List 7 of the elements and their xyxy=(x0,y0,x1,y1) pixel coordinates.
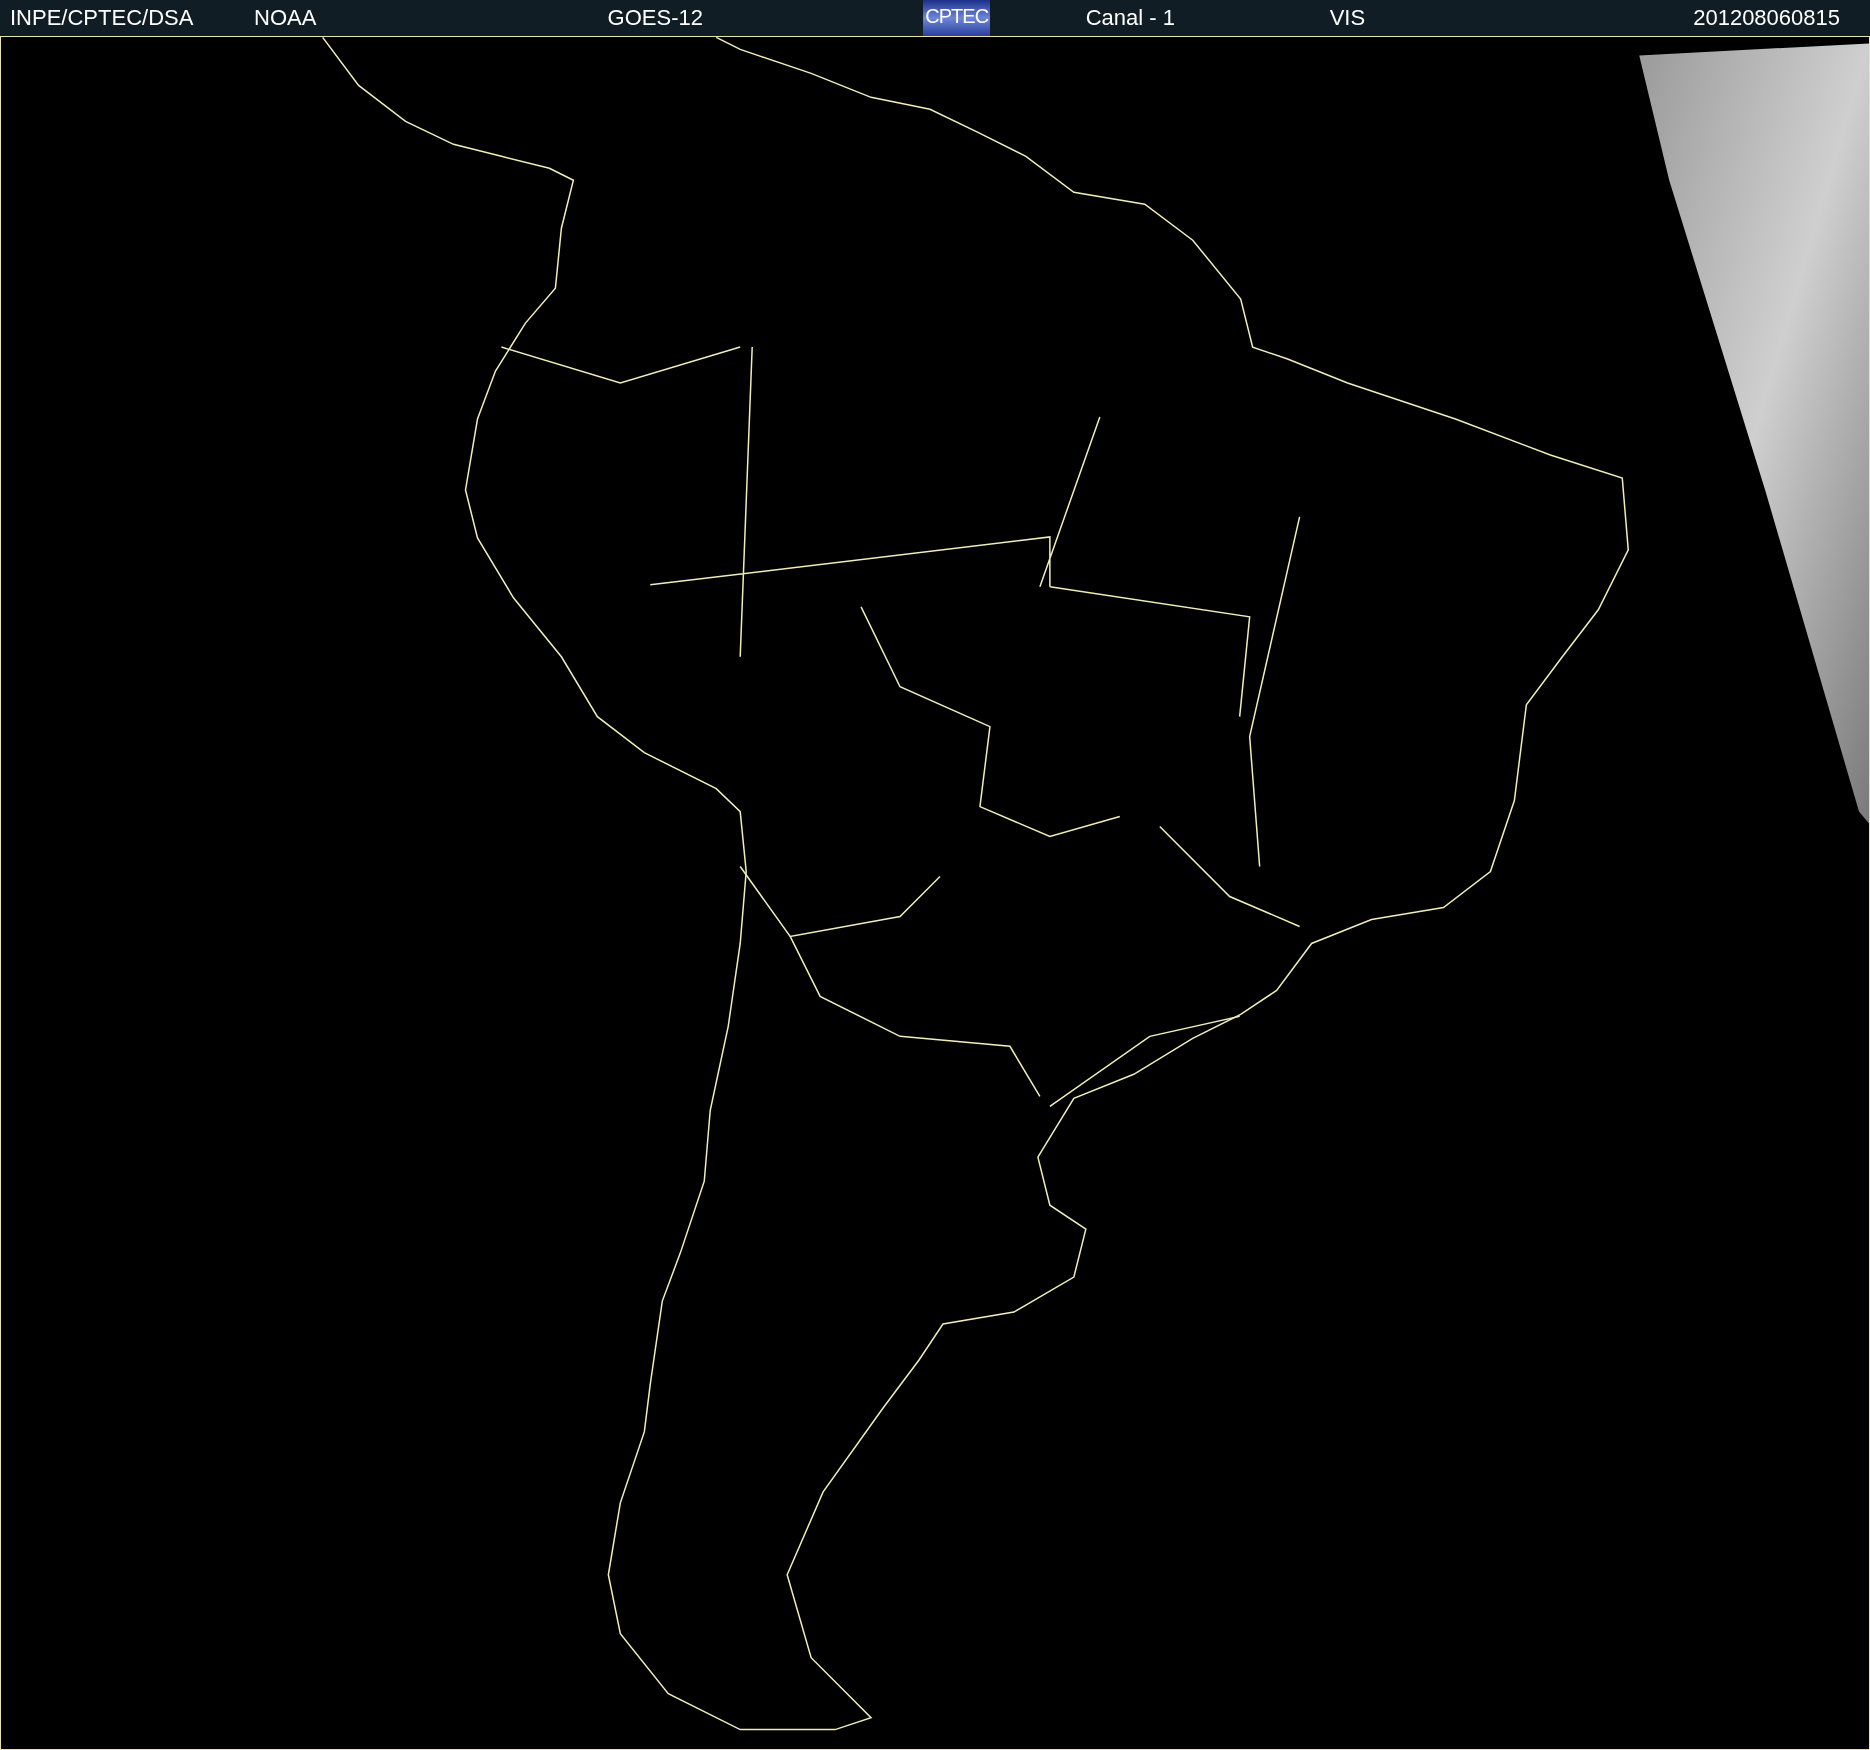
logo: CPTEC xyxy=(923,0,991,36)
header-label: GOES-12 xyxy=(607,7,703,29)
header-label: VIS xyxy=(1329,7,1366,29)
header-label: INPE/CPTEC/DSA xyxy=(10,7,194,29)
header-label: Canal - 1 xyxy=(1085,7,1175,29)
header-label: NOAA xyxy=(254,7,317,29)
header-label: 201208060815 xyxy=(1693,7,1840,29)
